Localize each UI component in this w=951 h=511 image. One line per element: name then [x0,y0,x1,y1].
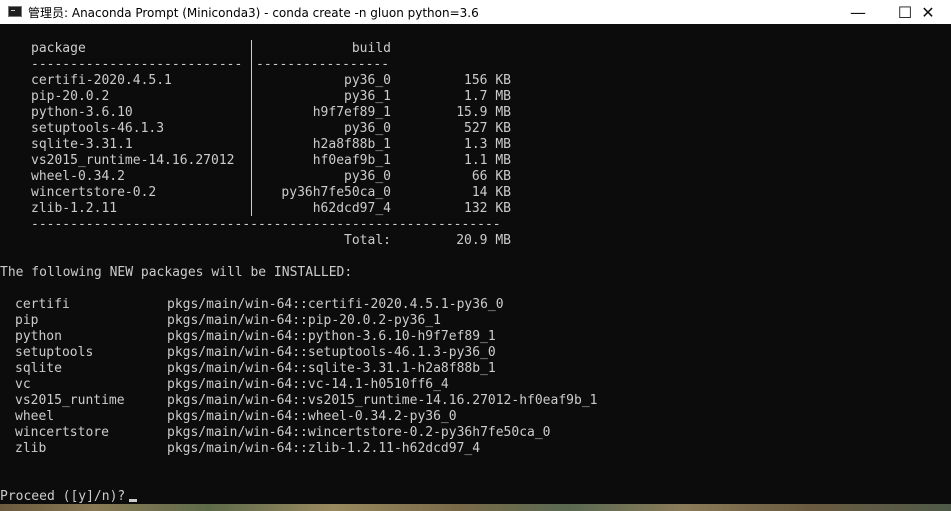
install-package-spec: pkgs/main/win-64::vs2015_runtime-14.16.2… [167,393,598,408]
install-package-name: pip [15,313,39,328]
package-build: py36h7fe50ca_0 [281,185,391,200]
install-package-spec: pkgs/main/win-64::wincertstore-0.2-py36h… [167,425,551,440]
install-package-spec: pkgs/main/win-64::vc-14.1-h0510ff6_4 [167,377,449,392]
total-row: Total: 20.9 MB [0,233,511,249]
header-build: build [351,41,391,56]
install-package-name: zlib [15,441,47,456]
package-size: 66 KB [471,169,511,184]
install-header-text: The following NEW packages will be INSTA… [0,265,353,280]
package-size: 15.9 MB [456,105,511,120]
desktop-background [0,504,951,511]
package-size: 1.1 MB [464,153,511,168]
install-package-name: wheel [15,409,55,424]
table-separator: --------------------------- ------------… [0,57,389,73]
minimize-button[interactable]: — [835,0,881,24]
package-name: sqlite-3.31.1 [31,137,133,152]
install-package-name: wincertstore [15,425,109,440]
package-build: py36_0 [344,169,391,184]
terminal-icon [8,6,22,17]
install-package-spec: pkgs/main/win-64::sqlite-3.31.1-h2a8f88b… [167,361,496,376]
install-package-name: python [15,329,62,344]
separator-right: ----------------- [256,57,390,72]
install-package-spec: pkgs/main/win-64::zlib-1.2.11-h62dcd97_4 [167,441,481,456]
package-name: wheel-0.34.2 [31,169,125,184]
package-name: pip-20.0.2 [31,89,110,104]
install-package-name: sqlite [15,361,62,376]
package-name: python-3.6.10 [31,105,133,120]
install-package-name: vs2015_runtime [15,393,125,408]
package-build: hf0eaf9b_1 [312,153,391,168]
install-package-name: certifi [15,297,70,312]
install-package-spec: pkgs/main/win-64::pip-20.0.2-py36_1 [167,313,441,328]
package-name: setuptools-46.1.3 [31,121,165,136]
package-name: vs2015_runtime-14.16.27012 [31,153,235,168]
package-build: h62dcd97_4 [312,201,391,216]
separator-left: --------------------------- [31,57,243,72]
install-package-spec: pkgs/main/win-64::certifi-2020.4.5.1-py3… [167,297,504,312]
terminal-output[interactable]: package build --------------------------… [0,24,951,511]
package-name: certifi-2020.4.5.1 [31,73,172,88]
package-size: 1.7 MB [464,89,511,104]
package-build: h2a8f88b_1 [312,137,391,152]
install-package-spec: pkgs/main/win-64::wheel-0.34.2-py36_0 [167,409,457,424]
install-package-spec: pkgs/main/win-64::python-3.6.10-h9f7ef89… [167,329,496,344]
package-size: 527 KB [464,121,511,136]
package-name: zlib-1.2.11 [31,201,118,216]
install-package-name: setuptools [15,345,94,360]
window-title: 管理员: Anaconda Prompt (Miniconda3) - cond… [28,6,479,20]
install-header: The following NEW packages will be INSTA… [0,265,352,281]
package-size: 14 KB [471,185,511,200]
total-value: 20.9 MB [456,233,511,248]
window-titlebar[interactable]: 管理员: Anaconda Prompt (Miniconda3) - cond… [0,0,951,24]
bottom-separator: ----------------------------------------… [31,217,501,232]
package-name: wincertstore-0.2 [31,185,157,200]
package-size: 132 KB [464,201,511,216]
package-build: py36_0 [344,73,391,88]
table-header-row: package build [0,41,391,57]
install-package-name: vc [15,377,31,392]
proceed-prompt: Proceed ([y]/n)? [0,489,126,504]
header-package: package [31,41,86,56]
package-size: 156 KB [464,73,511,88]
prompt-line[interactable]: Proceed ([y]/n)? [0,489,138,505]
install-package-spec: pkgs/main/win-64::setuptools-46.1.3-py36… [167,345,496,360]
package-build: h9f7ef89_1 [312,105,391,120]
close-button[interactable]: ✕ [905,0,951,24]
table-bottom-separator: ----------------------------------------… [0,217,501,233]
total-label: Total: [344,233,391,248]
package-size: 1.3 MB [464,137,511,152]
package-build: py36_0 [344,121,391,136]
text-cursor [129,499,138,502]
package-build: py36_1 [344,89,391,104]
